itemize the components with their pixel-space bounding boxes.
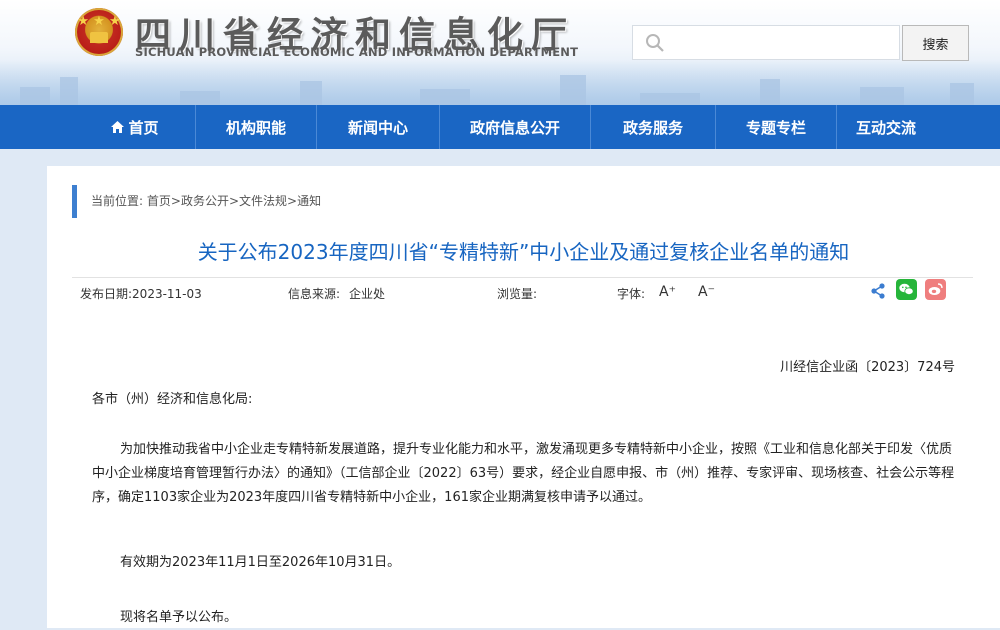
breadcrumb-separator: >: [228, 194, 240, 208]
emblem-gate: [90, 32, 108, 43]
banner-skyline: [950, 83, 974, 105]
nav-item-label: 政府信息公开: [469, 118, 560, 137]
nav-item-home[interactable]: 首页: [75, 105, 196, 149]
nav-item-news[interactable]: 新闻中心: [317, 105, 440, 149]
breadcrumb-link-notice[interactable]: 通知: [297, 194, 321, 208]
nav-item-label: 互动交流: [855, 118, 916, 137]
banner-skyline: [180, 91, 220, 105]
banner-skyline: [300, 81, 322, 105]
paragraph: 现将名单予以公布。: [120, 610, 238, 625]
breadcrumb-link-gov-open[interactable]: 政务公开: [181, 194, 229, 208]
breadcrumb-link-home[interactable]: 首页: [147, 194, 171, 208]
nav-item-label: 新闻中心: [347, 118, 408, 137]
banner-skyline: [560, 75, 586, 105]
search-input[interactable]: [673, 30, 897, 57]
breadcrumb-separator: >: [170, 194, 181, 208]
home-icon: [111, 121, 125, 133]
share-icon[interactable]: [869, 282, 887, 300]
banner-skyline: [760, 79, 780, 105]
banner-sky: [0, 60, 1000, 105]
banner-skyline: [60, 77, 78, 105]
weibo-icon[interactable]: [925, 279, 946, 300]
site-title-en: SICHUAN PROVINCIAL ECONOMIC AND INFORMAT…: [135, 45, 579, 59]
nav-item-interaction[interactable]: 互动交流: [837, 105, 935, 149]
nav-item-services[interactable]: 政务服务: [591, 105, 716, 149]
breadcrumb-prefix: 当前位置:: [91, 194, 144, 208]
search-box[interactable]: [632, 25, 900, 60]
wechat-icon[interactable]: [896, 279, 917, 300]
nav-item-label: 机构职能: [225, 118, 286, 137]
nav-item-special[interactable]: 专题专栏: [716, 105, 837, 149]
search-icon: [646, 34, 664, 52]
banner-skyline: [20, 87, 50, 105]
salutation: 各市（州）经济和信息化局:: [92, 392, 253, 407]
banner-skyline: [860, 87, 904, 105]
nav-item-organization[interactable]: 机构职能: [196, 105, 317, 149]
source-value: 企业处: [349, 287, 386, 301]
breadcrumb-link-regulations[interactable]: 文件法规: [239, 194, 287, 208]
header-banner: ★ ★ ★ 四川省经济和信息化厅 SICHUAN PROVINCIAL ECON…: [0, 0, 1000, 105]
emblem-stars: ★ ★ ★: [77, 14, 121, 29]
nav-item-gov-info[interactable]: 政府信息公开: [440, 105, 591, 149]
font-size-label: 字体:: [617, 287, 646, 301]
content-panel: 当前位置: 首页>政务公开>文件法规>通知 关于公布2023年度四川省“专精特新…: [47, 166, 1000, 628]
views-label: 浏览量:: [497, 287, 538, 301]
national-emblem-logo[interactable]: ★ ★ ★: [75, 8, 123, 56]
nav-item-label: 政务服务: [622, 118, 683, 137]
banner-skyline: [420, 89, 470, 105]
nav-item-label: 专题专栏: [745, 118, 806, 137]
weibo-glyph: [928, 283, 943, 295]
breadcrumb-accent-bar: [72, 185, 77, 218]
article-title: 关于公布2023年度四川省“专精特新”中小企业及通过复核企业名单的通知: [197, 240, 850, 264]
font-decrease-button[interactable]: A⁻: [698, 284, 715, 300]
main-nav: 首页 机构职能 新闻中心 政府信息公开 政务服务 专题专栏 互动交流: [0, 105, 1000, 149]
source-label: 信息来源:: [288, 287, 341, 301]
wechat-glyph: [899, 283, 914, 295]
publish-date: 发布日期:2023-11-03: [80, 287, 202, 301]
paragraph: 为加快推动我省中小企业走专精特新发展道路，提升专业化能力和水平，激发涌现更多专精…: [92, 442, 955, 505]
font-increase-button[interactable]: A⁺: [659, 284, 676, 300]
breadcrumb-separator: >: [287, 194, 298, 208]
document-number: 川经信企业函〔2023〕724号: [780, 360, 955, 375]
nav-item-label: 首页: [128, 118, 159, 137]
search-button[interactable]: 搜索: [902, 25, 969, 61]
title-divider: [72, 277, 973, 278]
paragraph: 有效期为2023年11月1日至2026年10月31日。: [120, 555, 401, 570]
breadcrumb: 当前位置: 首页>政务公开>文件法规>通知: [91, 192, 321, 209]
banner-skyline: [640, 93, 700, 105]
